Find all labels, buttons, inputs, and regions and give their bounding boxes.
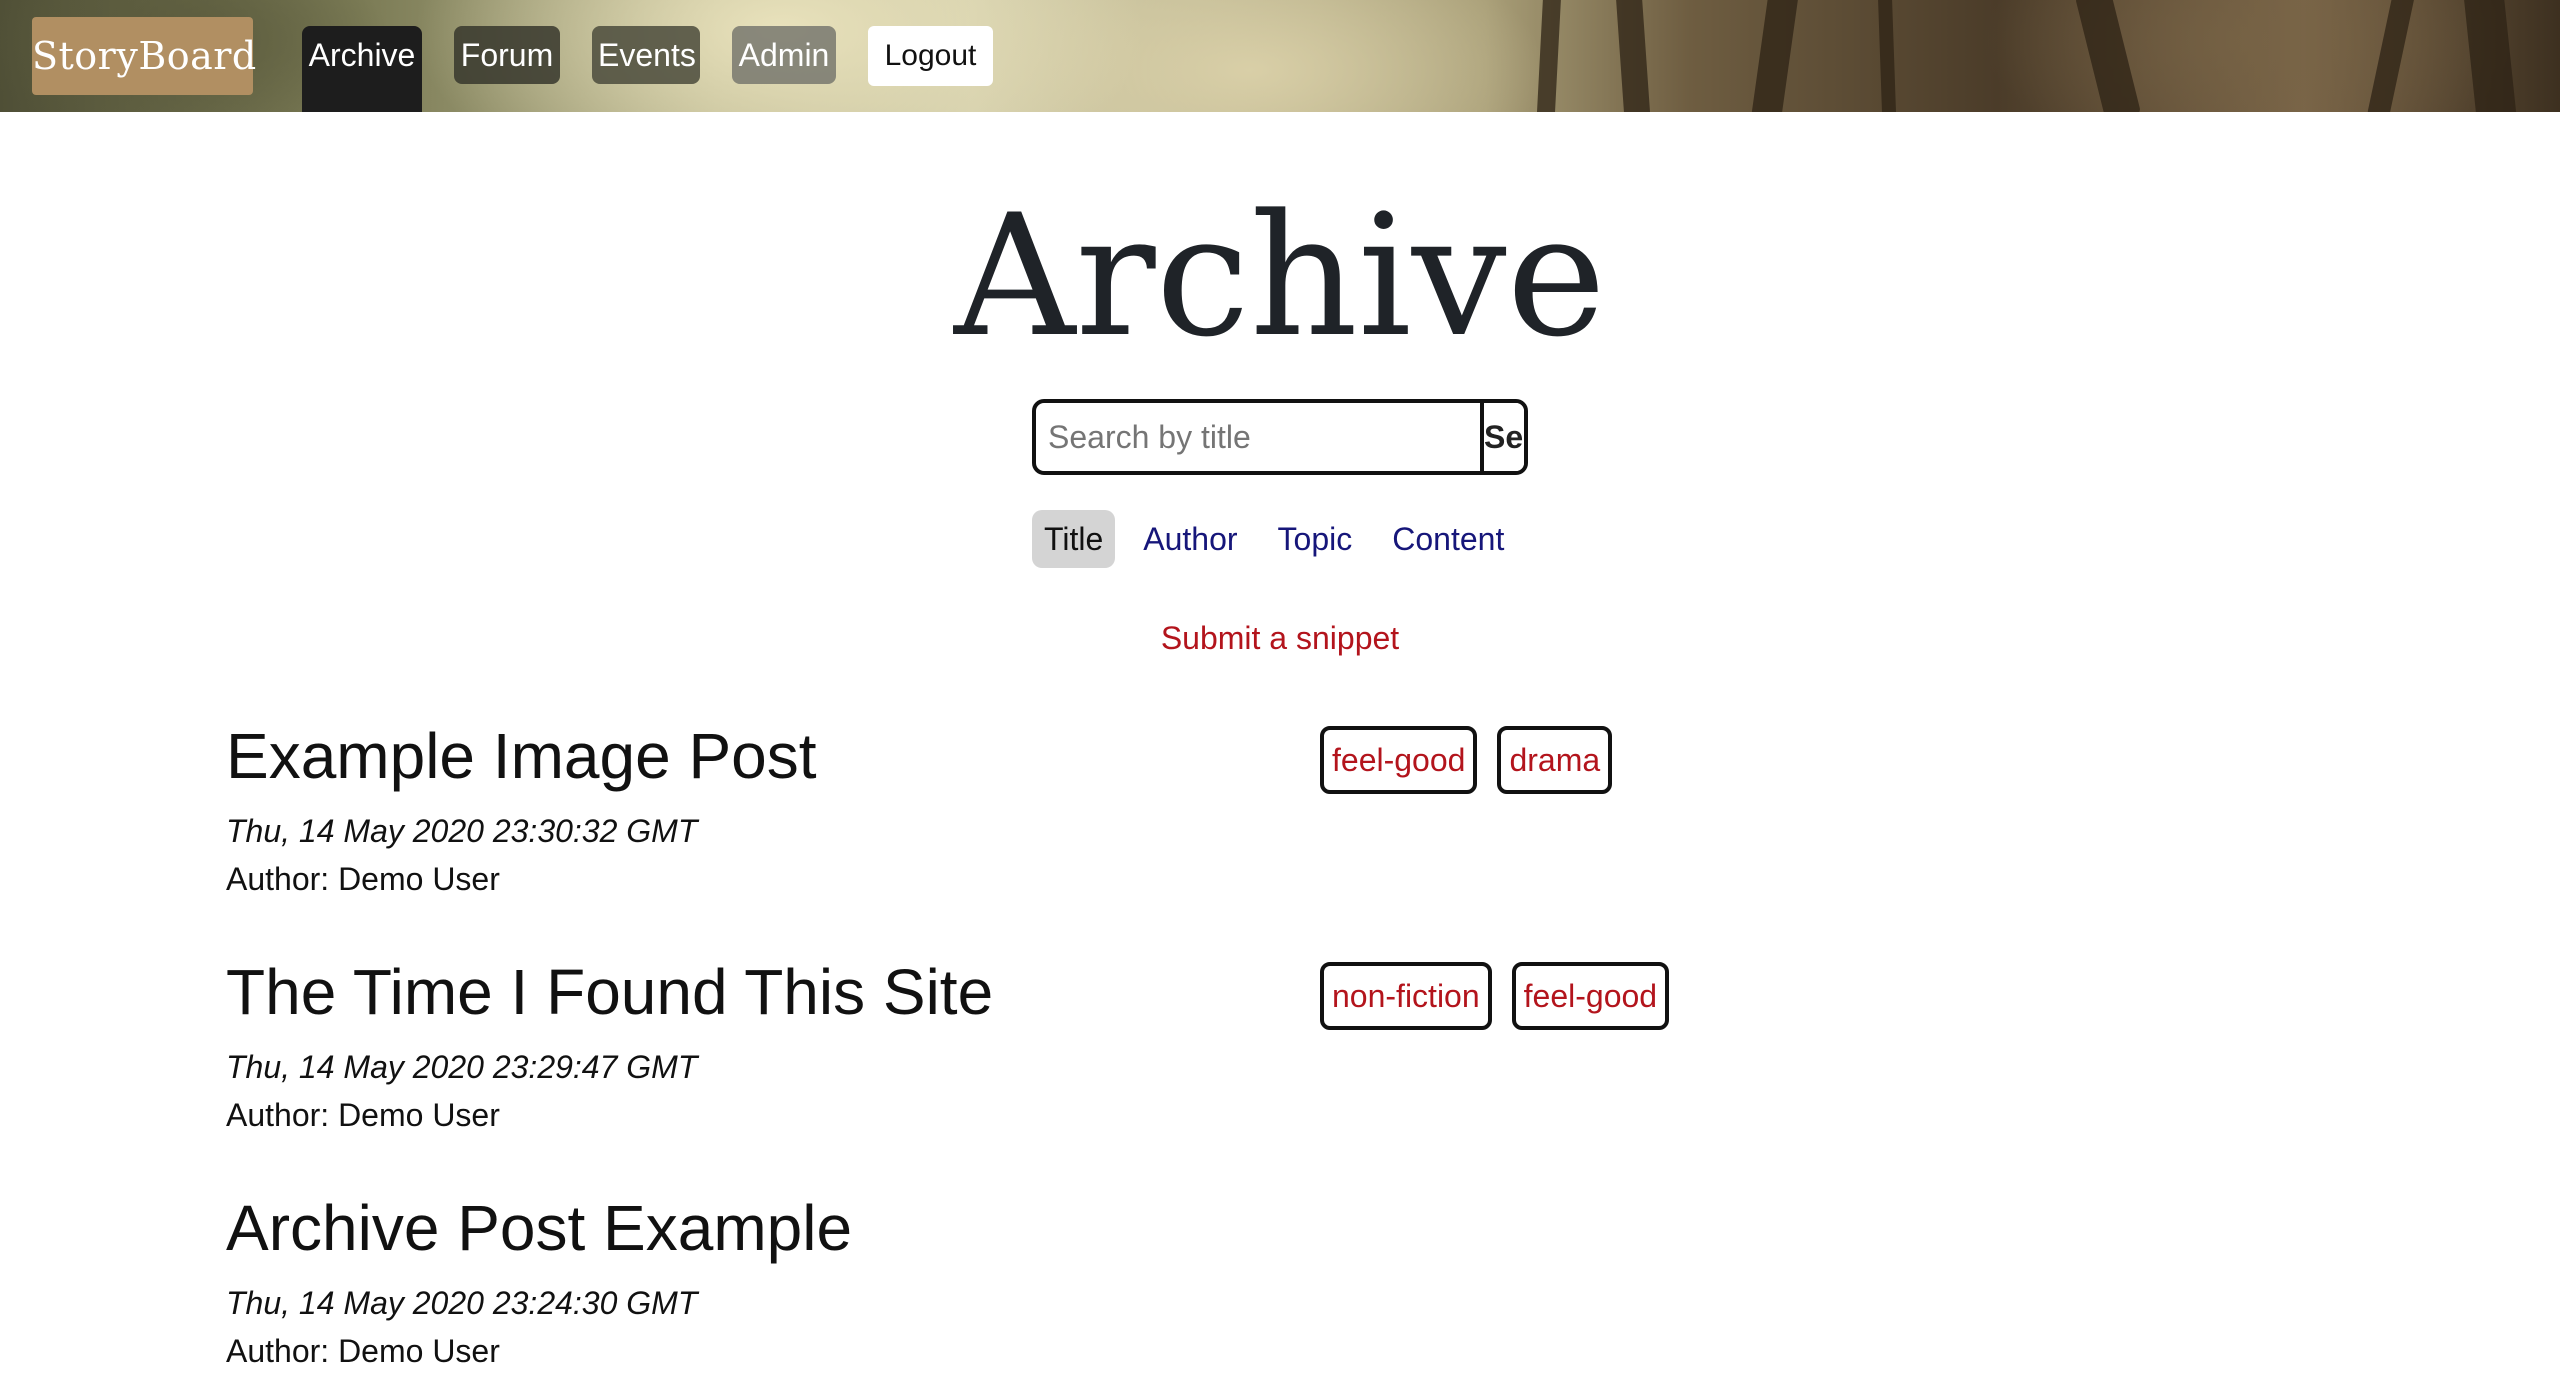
filter-content[interactable]: Content <box>1380 510 1516 568</box>
nav-link-events[interactable]: Events <box>592 26 700 84</box>
search-input[interactable] <box>1036 403 1480 471</box>
page-title: Archive <box>954 178 1606 374</box>
logout-button[interactable]: Logout <box>868 26 993 86</box>
background-tree-trunk <box>1615 0 1651 112</box>
filter-topic[interactable]: Topic <box>1266 510 1365 568</box>
post-date: Thu, 14 May 2020 23:29:47 GMT <box>226 1049 698 1085</box>
background-tree-trunk <box>1877 0 1897 112</box>
tag-badge[interactable]: non-fiction <box>1320 962 1492 1030</box>
post-item: The Time I Found This Site Thu, 14 May 2… <box>226 952 993 1138</box>
background-tree-trunk <box>2366 0 2416 112</box>
tag-badge[interactable]: drama <box>1497 726 1613 794</box>
post-title[interactable]: The Time I Found This Site <box>226 952 993 1032</box>
post-date: Thu, 14 May 2020 23:30:32 GMT <box>226 813 698 849</box>
post-title[interactable]: Example Image Post <box>226 716 817 796</box>
post-tags: feel-good drama <box>1320 726 1632 794</box>
nav-link-archive[interactable]: Archive <box>302 26 422 112</box>
post-tags: non-fiction feel-good <box>1320 962 1689 1030</box>
post-date: Thu, 14 May 2020 23:24:30 GMT <box>226 1285 698 1321</box>
background-tree-trunk <box>2463 0 2517 112</box>
filter-author[interactable]: Author <box>1131 510 1249 568</box>
tag-badge[interactable]: feel-good <box>1511 962 1670 1030</box>
background-tree-trunk <box>1751 0 1799 112</box>
filter-title[interactable]: Title <box>1032 510 1116 568</box>
search-form: Search <box>1032 399 1528 475</box>
post-author: Author: Demo User <box>226 1097 500 1133</box>
post-item: Archive Post Example Thu, 14 May 2020 23… <box>226 1188 852 1374</box>
post-author: Author: Demo User <box>226 1333 500 1369</box>
search-filter-tabs: Title Author Topic Content <box>1032 510 1532 568</box>
post-title[interactable]: Archive Post Example <box>226 1188 852 1268</box>
nav-link-admin[interactable]: Admin <box>732 26 836 84</box>
post-author: Author: Demo User <box>226 861 500 897</box>
nav-link-forum[interactable]: Forum <box>454 26 560 84</box>
submit-snippet-link: Submit a snippet <box>0 612 2560 664</box>
post-item: Example Image Post Thu, 14 May 2020 23:3… <box>226 716 817 902</box>
brand-logo[interactable]: StoryBoard <box>32 17 256 95</box>
background-tree-trunk <box>1536 0 1562 112</box>
top-nav-bar: StoryBoard Archive Forum Events Admin Lo… <box>0 0 2560 112</box>
background-tree-trunk <box>2074 0 2142 112</box>
tag-badge[interactable]: feel-good <box>1320 726 1478 794</box>
submit-snippet-link-text[interactable]: Submit a snippet <box>1161 620 1399 656</box>
search-button[interactable]: Search <box>1480 403 1524 471</box>
